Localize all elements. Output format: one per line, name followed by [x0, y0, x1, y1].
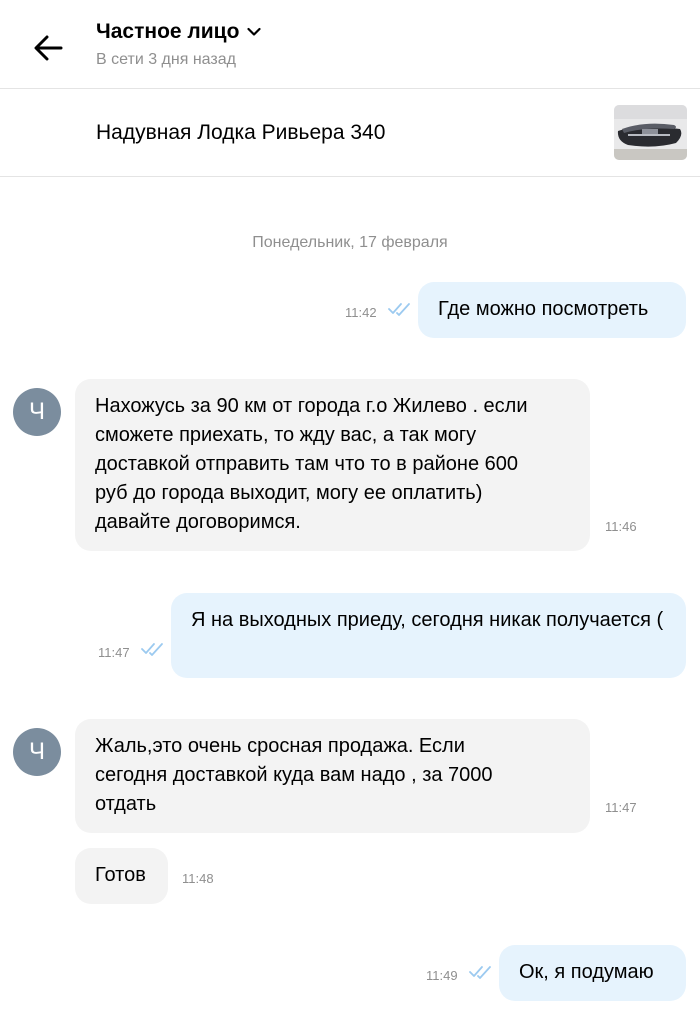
message-time: 11:46: [605, 519, 637, 534]
message-time: 11:48: [182, 871, 214, 886]
message-text: Я на выходных приеду, сегодня никак полу…: [191, 609, 664, 631]
message-text: Где можно посмотреть: [438, 298, 649, 320]
message-bubble-incoming[interactable]: Готов: [75, 848, 168, 904]
listing-title: Надувная Лодка Ривьера 340: [96, 121, 386, 144]
message-text: Нахожусь за 90 км от города г.о Жилево .…: [95, 395, 528, 533]
avatar-letter: Ч: [29, 398, 45, 425]
chevron-down-icon[interactable]: [245, 23, 263, 41]
message-bubble-incoming[interactable]: Жаль,это очень сросная продажа. Если сег…: [75, 719, 590, 833]
message-bubble-outgoing[interactable]: Где можно посмотреть: [418, 282, 686, 338]
back-arrow-icon[interactable]: [28, 28, 68, 68]
message-bubble-outgoing[interactable]: Ок, я подумаю: [499, 945, 686, 1001]
avatar-letter: Ч: [29, 738, 45, 765]
listing-card[interactable]: Надувная Лодка Ривьера 340: [0, 89, 700, 176]
double-check-icon: [141, 643, 163, 656]
message-text: Ок, я подумаю: [519, 961, 654, 983]
message-time: 11:42: [345, 305, 377, 320]
avatar[interactable]: Ч: [13, 728, 61, 776]
chat-header: Частное лицо В сети 3 дня назад: [0, 0, 700, 88]
avatar[interactable]: Ч: [13, 388, 61, 436]
message-time: 11:49: [426, 968, 458, 983]
message-text: Жаль,это очень сросная продажа. Если сег…: [95, 735, 493, 815]
double-check-icon: [388, 303, 410, 316]
divider: [0, 176, 700, 177]
contact-title[interactable]: Частное лицо: [96, 20, 263, 44]
message-bubble-incoming[interactable]: Нахожусь за 90 км от города г.о Жилево .…: [75, 379, 590, 551]
online-status: В сети 3 дня назад: [96, 51, 236, 68]
contact-name: Частное лицо: [96, 20, 240, 43]
date-separator: Понедельник, 17 февраля: [252, 234, 448, 251]
listing-thumbnail[interactable]: [614, 105, 687, 160]
message-time: 11:47: [605, 800, 637, 815]
message-text: Готов: [95, 864, 146, 886]
message-time: 11:47: [98, 645, 130, 660]
double-check-icon: [469, 966, 491, 979]
message-bubble-outgoing[interactable]: Я на выходных приеду, сегодня никак полу…: [171, 593, 686, 678]
